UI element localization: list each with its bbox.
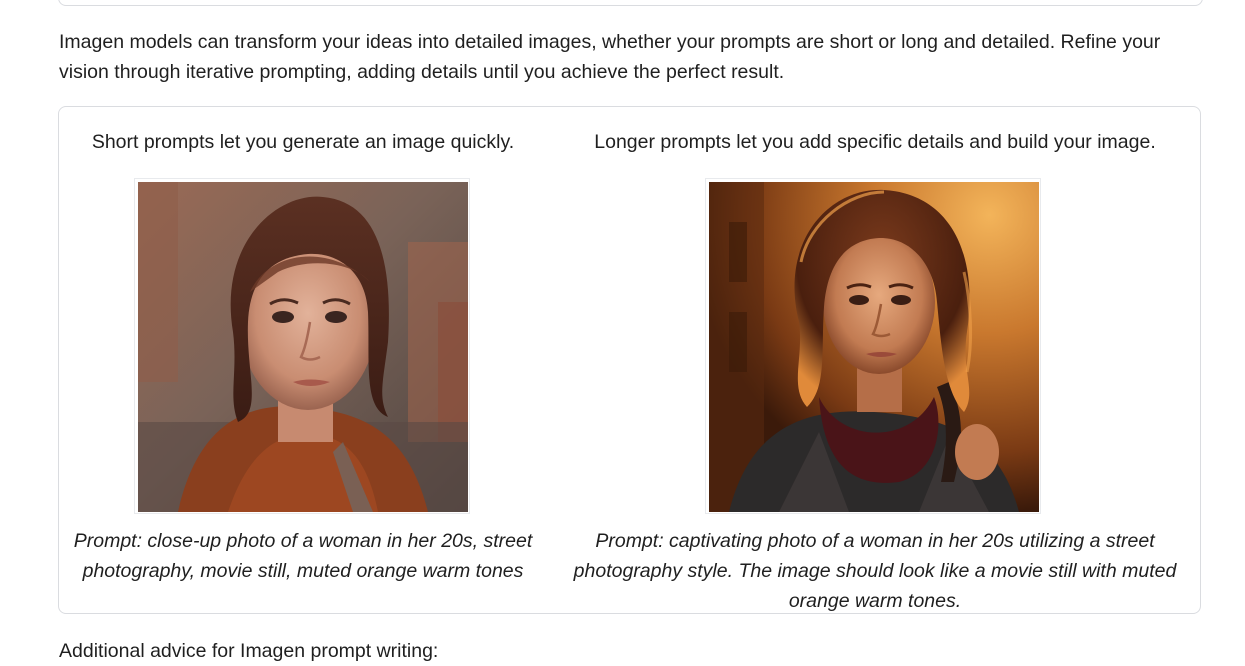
- long-prompt-image: [705, 178, 1041, 514]
- short-prompt-caption: Prompt: close-up photo of a woman in her…: [73, 530, 533, 582]
- long-prompt-photo: [709, 182, 1039, 512]
- long-prompt-column: Longer prompts let you add specific deta…: [565, 107, 1185, 613]
- short-prompt-column: Short prompts let you generate an image …: [59, 107, 547, 613]
- short-prompt-image: [134, 178, 470, 514]
- prompt-comparison-card: Short prompts let you generate an image …: [58, 106, 1201, 614]
- advice-heading: Additional advice for Imagen prompt writ…: [59, 640, 439, 662]
- previous-card-edge: [58, 0, 1203, 6]
- long-prompt-heading: Longer prompts let you add specific deta…: [594, 131, 1156, 153]
- short-prompt-photo: [138, 182, 468, 512]
- short-prompt-heading: Short prompts let you generate an image …: [91, 131, 515, 153]
- long-prompt-caption: Prompt: captivating photo of a woman in …: [573, 530, 1177, 612]
- intro-paragraph: Imagen models can transform your ideas i…: [59, 31, 1161, 83]
